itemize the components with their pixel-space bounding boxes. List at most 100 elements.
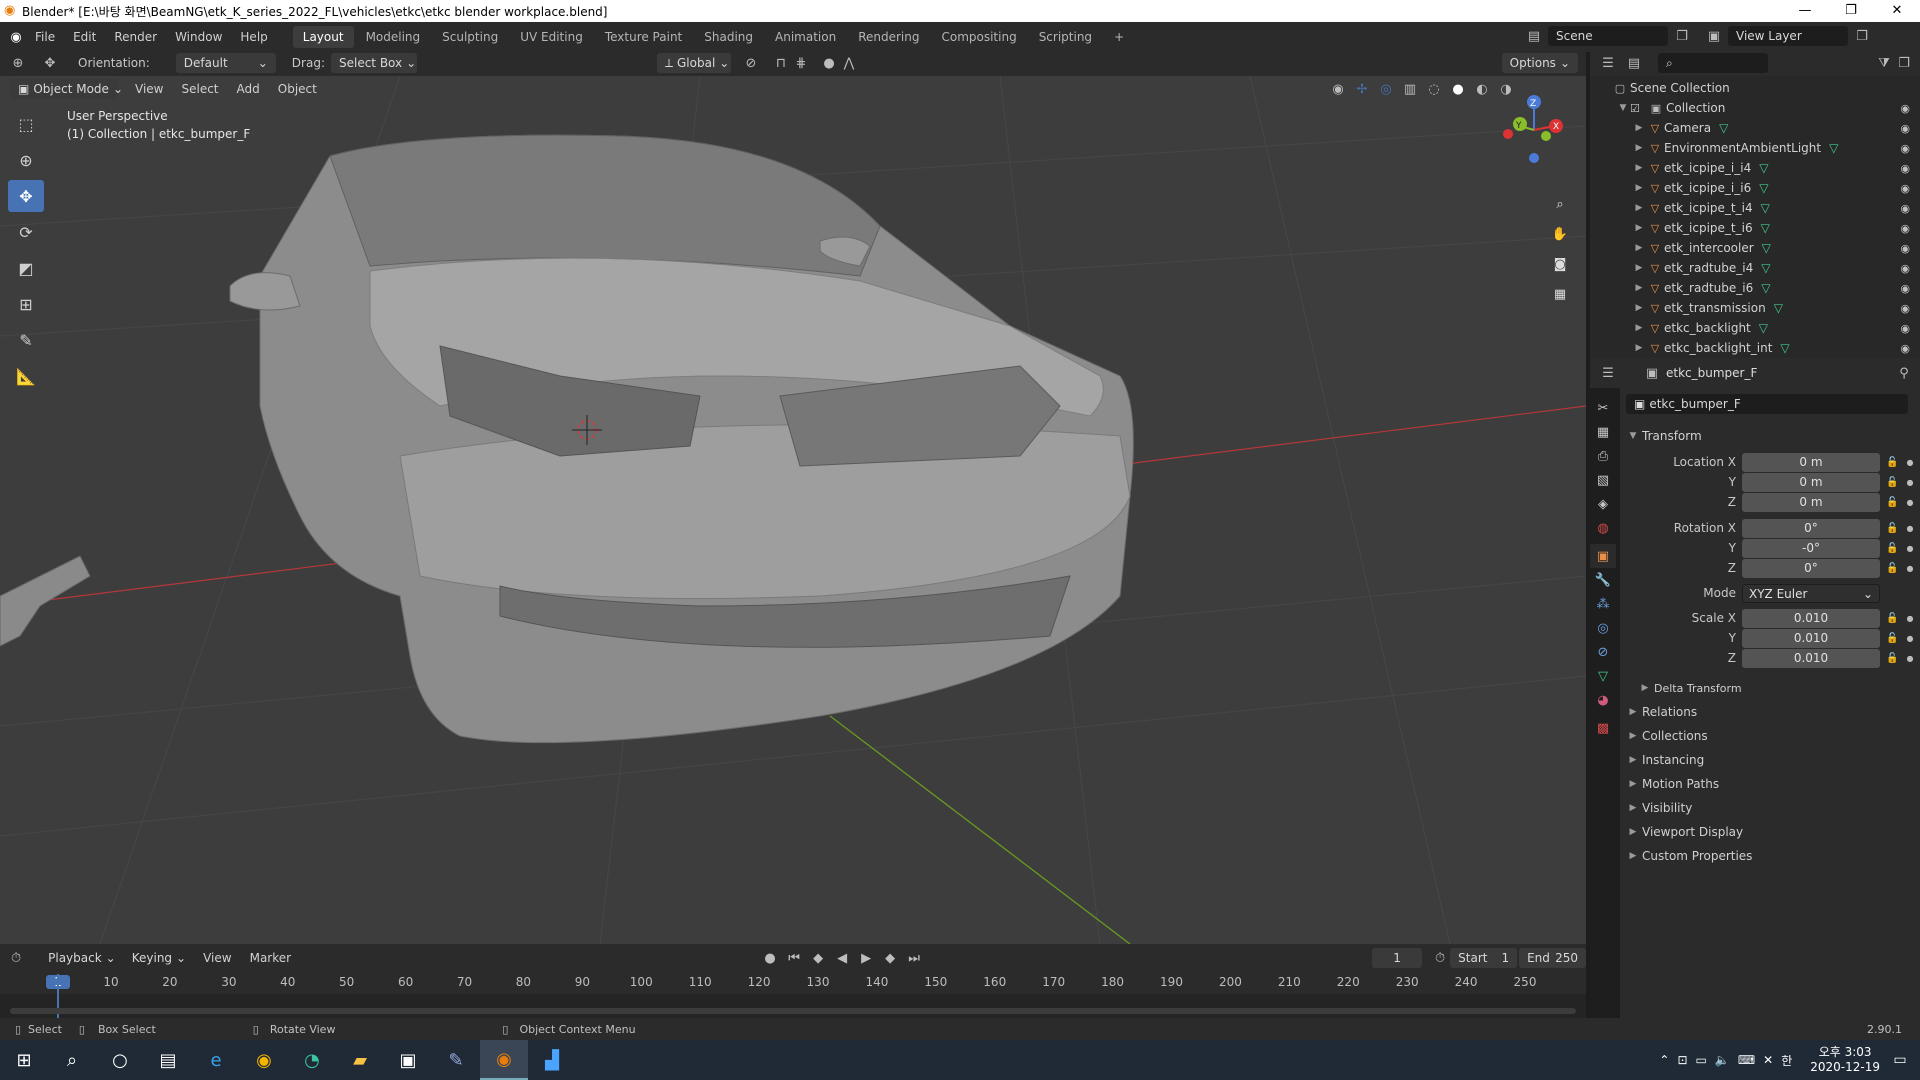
property-panel-header[interactable]: ▶ Motion Paths <box>1626 772 1916 796</box>
eye-icon[interactable]: ◉ <box>1900 342 1910 355</box>
outliner-item[interactable]: ▶ ▽ etk_icpipe_t_i6 ▽ ◉ <box>1590 218 1920 238</box>
eye-icon[interactable]: ◉ <box>1900 202 1910 215</box>
cortana-icon[interactable]: ○ <box>96 1040 144 1080</box>
add-workspace-button[interactable]: + <box>1104 26 1134 48</box>
keyframe-dot-icon[interactable]: ● <box>1906 564 1913 573</box>
lock-icon[interactable]: 🔓 <box>1886 523 1898 534</box>
tab-compositing[interactable]: Compositing <box>931 26 1026 48</box>
outliner-item[interactable]: ▶ ▽ etkc_backlight ▽ ◉ <box>1590 318 1920 338</box>
move-tool-icon[interactable]: ✥ <box>8 180 44 212</box>
chevron-right-icon[interactable]: ▶ <box>1632 263 1646 273</box>
eye-icon[interactable]: ◉ <box>1900 242 1910 255</box>
outliner-item[interactable]: ▶ ▽ etk_radtube_i4 ▽ ◉ <box>1590 258 1920 278</box>
outliner-item[interactable]: ▶ ▽ etk_intercooler ▽ ◉ <box>1590 238 1920 258</box>
eye-icon[interactable]: ◉ <box>1900 142 1910 155</box>
viewport-menu-select[interactable]: Select <box>172 74 227 104</box>
zoom-icon[interactable]: ⌕ <box>1550 194 1570 214</box>
new-view-layer-icon[interactable]: ❐ <box>1852 26 1872 46</box>
chevron-right-icon[interactable]: ▶ <box>1632 163 1646 173</box>
tab-sculpting[interactable]: Sculpting <box>432 26 508 48</box>
pin-icon[interactable]: ⚲ <box>1894 363 1914 383</box>
falloff-icon[interactable]: ⋀ <box>839 53 859 73</box>
timeline-menu-keying[interactable]: Keying ⌄ <box>124 948 194 968</box>
rotation-x-field[interactable]: 0° <box>1742 518 1880 538</box>
timeline-editor-type-icon[interactable]: ⏱ <box>10 948 22 968</box>
viewport-scene[interactable] <box>0 76 1586 944</box>
tab-rendering[interactable]: Rendering <box>848 26 929 48</box>
snap-icon[interactable]: ⊓ <box>771 53 791 73</box>
eye-icon[interactable]: ◉ <box>1900 282 1910 295</box>
play-icon[interactable]: ▶ <box>856 948 876 968</box>
modifier-tab-icon[interactable]: 🔧 <box>1590 568 1616 592</box>
xray-toggle-icon[interactable]: ▥ <box>1400 79 1420 99</box>
lock-icon[interactable]: 🔓 <box>1886 613 1898 624</box>
photos-icon[interactable]: ▟ <box>528 1040 576 1080</box>
chevron-right-icon[interactable]: ▶ <box>1632 203 1646 213</box>
mode-dropdown[interactable]: ▣ Object Mode ⌄ <box>10 79 123 99</box>
gizmo-toggle-icon[interactable]: ✢ <box>1352 79 1372 99</box>
object-tab-icon[interactable]: ▣ <box>1590 544 1616 568</box>
display-mode-icon[interactable]: ▤ <box>1624 53 1644 73</box>
wireframe-shading-icon[interactable]: ◌ <box>1424 79 1444 99</box>
timeline-ruler[interactable]: 1102030405060708090100110120130140150160… <box>0 972 1586 994</box>
transform-orientation-dropdown[interactable]: ⟂ Global ⌄ <box>656 53 731 73</box>
keyframe-dot-icon[interactable]: ● <box>1906 654 1913 663</box>
camera-view-icon[interactable]: ◙ <box>1550 254 1570 274</box>
chevron-right-icon[interactable]: ▶ <box>1632 183 1646 193</box>
keyframe-dot-icon[interactable]: ● <box>1906 634 1913 643</box>
rendered-shading-icon[interactable]: ◑ <box>1496 79 1516 99</box>
scale-tool-icon[interactable]: ◩ <box>8 252 44 284</box>
location-z-field[interactable]: 0 m <box>1742 492 1880 512</box>
tab-animation[interactable]: Animation <box>765 26 846 48</box>
material-shading-icon[interactable]: ◐ <box>1472 79 1492 99</box>
lock-icon[interactable]: 🔓 <box>1886 633 1898 644</box>
jump-end-icon[interactable]: ⏭ <box>904 948 924 968</box>
chevron-right-icon[interactable]: ▶ <box>1632 243 1646 253</box>
tab-texture-paint[interactable]: Texture Paint <box>595 26 692 48</box>
scale-x-field[interactable]: 0.010 <box>1742 608 1880 628</box>
lock-icon[interactable]: 🔓 <box>1886 543 1898 554</box>
view-layer-icon[interactable]: ▣ <box>1704 26 1724 46</box>
render-tab-icon[interactable]: ▦ <box>1590 420 1616 444</box>
eye-icon[interactable]: ◉ <box>1900 162 1910 175</box>
clock-time[interactable]: 오후 3:03 <box>1810 1045 1880 1060</box>
scale-z-field[interactable]: 0.010 <box>1742 648 1880 668</box>
minimize-button[interactable]: — <box>1782 0 1828 22</box>
eye-icon[interactable]: ◉ <box>1900 262 1910 275</box>
chevron-right-icon[interactable]: ▶ <box>1632 123 1646 133</box>
menu-window[interactable]: Window <box>166 22 231 52</box>
location-y-field[interactable]: 0 m <box>1742 472 1880 492</box>
checkbox-icon[interactable]: ☑ <box>1630 102 1646 115</box>
property-panel-header[interactable]: ▶ Instancing <box>1626 748 1916 772</box>
lock-icon[interactable]: 🔓 <box>1886 497 1898 508</box>
prev-keyframe-icon[interactable]: ◆ <box>808 948 828 968</box>
action-center-icon[interactable]: ▭ <box>1880 1040 1920 1080</box>
timeline-menu-view[interactable]: View <box>194 943 240 973</box>
edge-icon[interactable]: ◔ <box>288 1040 336 1080</box>
camera-data-icon[interactable]: ▽ <box>1719 121 1728 135</box>
property-panel-header[interactable]: ▶ Viewport Display <box>1626 820 1916 844</box>
filter-icon[interactable]: ⧩ <box>1874 53 1894 73</box>
windows-start-icon[interactable]: ⊞ <box>0 1040 48 1080</box>
tool-tab-icon[interactable]: ✂ <box>1590 396 1616 420</box>
location-x-field[interactable]: 0 m <box>1742 452 1880 472</box>
object-name-field[interactable]: ▣ etkc_bumper_F <box>1626 394 1908 414</box>
mesh-data-icon[interactable]: ▽ <box>1761 221 1770 235</box>
end-frame-field[interactable]: End 250 <box>1519 948 1586 968</box>
properties-editor-type-icon[interactable]: ☰ <box>1598 363 1618 383</box>
keyframe-dot-icon[interactable]: ● <box>1906 524 1913 533</box>
rotation-z-field[interactable]: 0° <box>1742 558 1880 578</box>
transform-tool-icon[interactable]: ⊞ <box>8 288 44 320</box>
outliner-search-field[interactable]: ⌕ <box>1658 53 1768 73</box>
rotation-mode-dropdown[interactable]: XYZ Euler ⌄ <box>1742 583 1880 603</box>
new-scene-icon[interactable]: ❐ <box>1672 26 1692 46</box>
proportional-edit-icon[interactable]: ● <box>819 53 839 73</box>
pan-hand-icon[interactable]: ✋ <box>1550 224 1570 244</box>
menu-file[interactable]: File <box>26 22 64 52</box>
chevron-down-icon[interactable]: ▼ <box>1616 103 1630 113</box>
tray-overflow-icon[interactable]: ⌃ <box>1659 1053 1669 1067</box>
tab-uv-editing[interactable]: UV Editing <box>510 26 593 48</box>
overlay-toggle-icon[interactable]: ◎ <box>1376 79 1396 99</box>
volume-icon[interactable]: 🔈 <box>1715 1053 1730 1067</box>
mesh-data-icon[interactable]: ▽ <box>1780 341 1789 355</box>
